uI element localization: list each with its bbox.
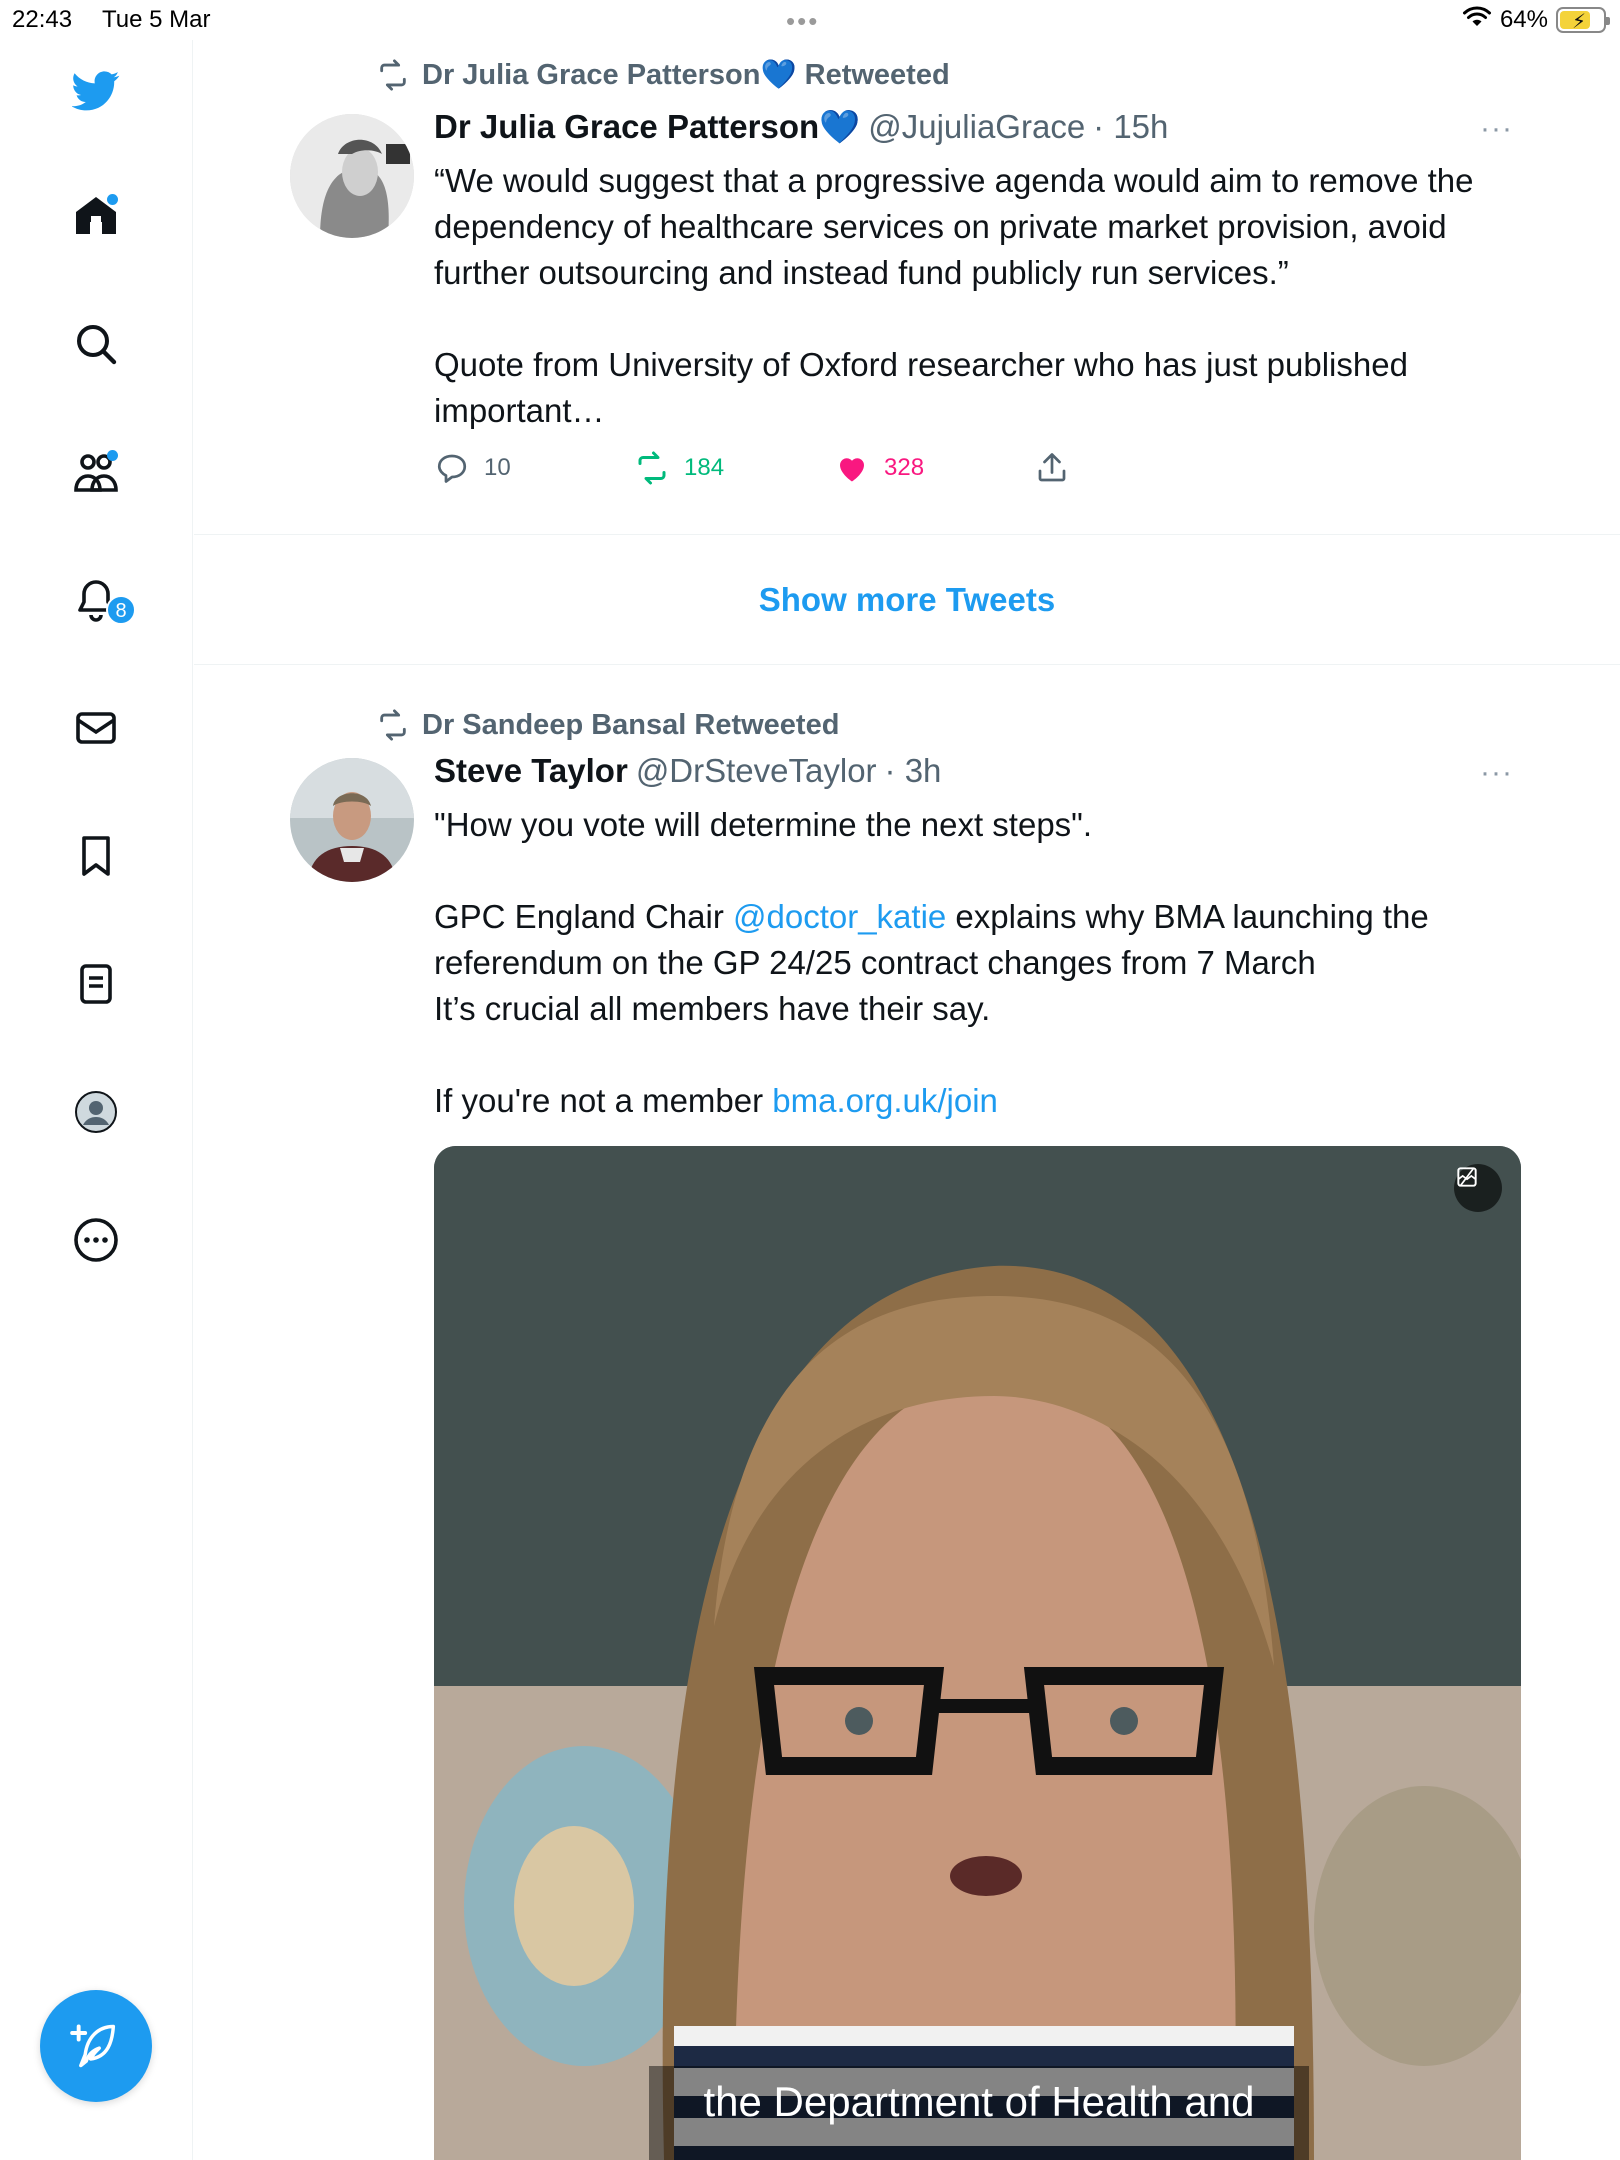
divider [194, 534, 1620, 535]
tweet-line: GPC England Chair @doctor_katie explains… [434, 898, 1429, 935]
heart-icon [840, 458, 864, 482]
retweet-context: Dr Sandeep Bansal Retweeted [376, 708, 839, 742]
author-handle[interactable]: @DrSteveTaylor [636, 752, 877, 790]
more-circle-icon[interactable] [70, 1214, 122, 1266]
home-unread-dot [107, 194, 118, 205]
tweet-line: If you're not a member bma.org.uk/join [434, 1082, 998, 1119]
tweet-video[interactable]: the Department of Health and [434, 1146, 1521, 2160]
retweet-icon [380, 709, 406, 741]
retweet-count: 184 [684, 454, 725, 481]
tweet-actions: 10 184 328 [434, 450, 1274, 490]
url-link[interactable]: bma.org.uk/join [772, 1082, 998, 1119]
tweet-line: dependency of healthcare services on pri… [434, 208, 1447, 245]
tweet-line: referendum on the GP 24/25 contract chan… [434, 944, 1316, 981]
compose-tweet-button[interactable] [40, 1990, 152, 2102]
profile-avatar-icon[interactable] [70, 1086, 122, 1138]
battery-percent: 64% [1499, 5, 1548, 33]
share-button[interactable] [1034, 450, 1070, 486]
status-bar: 22:43 Tue 5 Mar ••• 64% ⚡ [0, 0, 1620, 40]
compose-feather-icon [70, 2024, 116, 2068]
communities-icon[interactable] [70, 446, 122, 498]
tweet-text: "How you vote will determine the next st… [434, 802, 1534, 1124]
communities-unread-dot [107, 450, 118, 461]
tweet[interactable]: Dr Julia Grace Patterson💙 Retweeted Dr J… [194, 40, 1620, 534]
status-time: 22:43 [12, 6, 73, 33]
author-name[interactable]: Dr Julia Grace Patterson💙 [434, 108, 860, 147]
tweet-line: It’s crucial all members have their say. [434, 990, 991, 1027]
video-frame [434, 1146, 1521, 2160]
mention-link[interactable]: @doctor_katie [733, 898, 946, 935]
tweet-line: “We would suggest that a progressive age… [434, 162, 1474, 199]
reply-count: 10 [484, 454, 511, 481]
retweet-icon [380, 59, 406, 91]
retweeted-by-text[interactable]: Dr Julia Grace Patterson💙 Retweeted [422, 58, 950, 92]
sensitive-media-toggle-icon[interactable] [1454, 1164, 1502, 1212]
share-icon [1038, 453, 1066, 482]
retweet-icon [638, 451, 666, 485]
retweet-button[interactable]: 184 [634, 450, 724, 486]
author-handle[interactable]: @JujuliaGrace [868, 108, 1085, 146]
bookmark-icon[interactable] [70, 830, 122, 882]
lists-icon[interactable] [70, 958, 122, 1010]
messages-envelope-icon[interactable] [70, 702, 122, 754]
avatar[interactable] [290, 114, 414, 238]
twitter-bird-icon[interactable] [70, 64, 122, 116]
video-caption: the Department of Health and [649, 2066, 1309, 2160]
author-name[interactable]: Steve Taylor [434, 752, 628, 790]
like-button[interactable]: 328 [834, 450, 924, 486]
show-more-tweets-button[interactable]: Show more Tweets [194, 536, 1620, 664]
tweet-time[interactable]: · 3h [885, 752, 942, 790]
status-right: 64% ⚡ [1462, 4, 1610, 35]
wifi-icon [1462, 4, 1492, 35]
tweet-header: Dr Julia Grace Patterson💙 @JujuliaGrace … [434, 108, 1168, 147]
tweet-text: “We would suggest that a progressive age… [434, 158, 1534, 434]
avatar[interactable] [290, 758, 414, 882]
reply-icon [437, 454, 467, 483]
like-count: 328 [884, 454, 925, 481]
search-icon[interactable] [70, 318, 122, 370]
tweet-more-button[interactable]: ··· [1480, 756, 1513, 790]
tweet-line [434, 296, 1534, 342]
multitasking-dots[interactable]: ••• [786, 6, 819, 37]
home-icon[interactable] [70, 190, 122, 242]
reply-button[interactable]: 10 [434, 450, 511, 486]
tweet-line: further outsourcing and instead fund pub… [434, 254, 1289, 291]
retweeted-by-text[interactable]: Dr Sandeep Bansal Retweeted [422, 709, 839, 742]
tweet-line: Quote from University of Oxford research… [434, 346, 1408, 383]
sidebar-nav: 8 [0, 40, 193, 2160]
status-date: Tue 5 Mar [102, 6, 211, 33]
tweet-time[interactable]: · 15h [1093, 108, 1168, 146]
retweet-context: Dr Julia Grace Patterson💙 Retweeted [376, 58, 950, 92]
tweet-line: important… [434, 392, 605, 429]
tweet-line: "How you vote will determine the next st… [434, 806, 1093, 843]
tweet-header: Steve Taylor @DrSteveTaylor · 3h [434, 752, 941, 790]
battery-icon: ⚡ [1556, 6, 1610, 33]
tweet-more-button[interactable]: ··· [1480, 112, 1513, 146]
notifications-badge: 8 [106, 595, 136, 625]
